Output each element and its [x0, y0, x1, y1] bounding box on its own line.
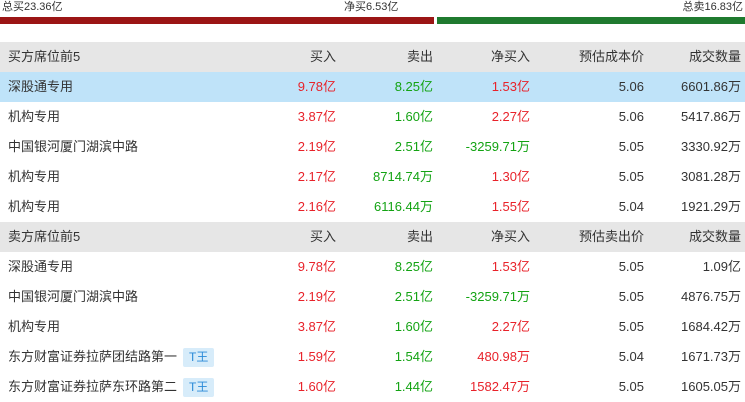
- sell-amount: 2.51亿: [394, 139, 433, 154]
- header-est-cost-price: 预估成本价: [578, 49, 644, 64]
- net-buy-amount: 2.27亿: [491, 109, 530, 124]
- est-price: 5.05: [618, 259, 644, 274]
- table-row[interactable]: 深股通专用 9.78亿 8.25亿 1.53亿 5.05 1.09亿: [0, 252, 745, 282]
- total-sell-bar: [437, 17, 745, 24]
- volume: 3081.28万: [681, 169, 741, 184]
- total-buy-bar: [0, 17, 434, 24]
- est-price: 5.05: [618, 289, 644, 304]
- net-buy-amount: 1.53亿: [491, 259, 530, 274]
- header-seat-name: 卖方席位前5: [8, 229, 81, 244]
- sell-section-header: 卖方席位前5 买入 卖出 净买入 预估卖出价 成交数量: [0, 222, 745, 252]
- sell-amount: 1.54亿: [394, 349, 433, 364]
- volume: 3330.92万: [681, 139, 741, 154]
- est-price: 5.05: [618, 319, 644, 334]
- header-buy: 买入: [309, 49, 336, 64]
- est-price: 5.04: [618, 199, 644, 214]
- net-buy-amount: 480.98万: [477, 349, 530, 364]
- est-price: 5.06: [618, 79, 644, 94]
- table-row[interactable]: 机构专用 3.87亿 1.60亿 2.27亿 5.06 5417.86万: [0, 102, 745, 132]
- sell-amount: 8.25亿: [394, 259, 433, 274]
- seat-name: 东方财富证券拉萨东环路第二: [8, 379, 178, 394]
- seat-name: 机构专用: [8, 169, 61, 184]
- sell-amount: 1.60亿: [394, 109, 433, 124]
- seat-name: 机构专用: [8, 109, 61, 124]
- volume: 1684.42万: [681, 319, 741, 334]
- est-price: 5.04: [618, 349, 644, 364]
- header-volume: 成交数量: [688, 229, 741, 244]
- seat-name-with-tag: 东方财富证券拉萨东环路第二 T王: [8, 372, 215, 402]
- table-row[interactable]: 中国银河厦门湖滨中路 2.19亿 2.51亿 -3259.71万 5.05 33…: [0, 132, 745, 162]
- header-est-sell-price: 预估卖出价: [578, 229, 644, 244]
- net-buy-amount: 1.30亿: [491, 169, 530, 184]
- header-buy: 买入: [309, 229, 336, 244]
- net-buy-amount: -3259.71万: [465, 139, 530, 154]
- seat-table: 买方席位前5 买入 卖出 净买入 预估成本价 成交数量 深股通专用 9.78亿 …: [0, 42, 745, 402]
- est-price: 5.05: [618, 379, 644, 394]
- est-price: 5.06: [618, 109, 644, 124]
- buy-amount: 1.59亿: [297, 349, 336, 364]
- buy-amount: 9.78亿: [297, 79, 336, 94]
- net-buy-amount: 1.55亿: [491, 199, 530, 214]
- seat-name: 中国银河厦门湖滨中路: [8, 139, 139, 154]
- summary-bar: 总买23.36亿 净买6.53亿 总卖16.83亿: [0, 0, 745, 15]
- seat-name: 机构专用: [8, 199, 61, 214]
- est-price: 5.05: [618, 139, 644, 154]
- sell-amount: 8.25亿: [394, 79, 433, 94]
- seat-name: 机构专用: [8, 319, 61, 334]
- table-row[interactable]: 机构专用 2.16亿 6116.44万 1.55亿 5.04 1921.29万: [0, 192, 745, 222]
- net-buy-label: 净买6.53亿: [344, 1, 399, 13]
- volume: 1.09亿: [702, 259, 741, 274]
- buy-amount: 3.87亿: [297, 109, 336, 124]
- buy-amount: 1.60亿: [297, 379, 336, 394]
- sell-amount: 8714.74万: [373, 169, 433, 184]
- buy-amount: 2.16亿: [297, 199, 336, 214]
- table-row[interactable]: 机构专用 2.17亿 8714.74万 1.30亿 5.05 3081.28万: [0, 162, 745, 192]
- net-buy-amount: 1582.47万: [470, 379, 530, 394]
- seat-name: 深股通专用: [8, 79, 74, 94]
- table-row[interactable]: 东方财富证券拉萨东环路第二 T王 1.60亿 1.44亿 1582.47万 5.0…: [0, 372, 745, 402]
- volume: 4876.75万: [681, 289, 741, 304]
- header-sell: 卖出: [406, 229, 433, 244]
- buy-amount: 2.19亿: [297, 139, 336, 154]
- trader-tag[interactable]: T王: [183, 378, 215, 398]
- volume: 1671.73万: [681, 349, 741, 364]
- table-row[interactable]: 中国银河厦门湖滨中路 2.19亿 2.51亿 -3259.71万 5.05 48…: [0, 282, 745, 312]
- net-buy-amount: 2.27亿: [491, 319, 530, 334]
- header-net-buy: 净买入: [490, 229, 530, 244]
- buy-sell-ratio-bar: [0, 15, 745, 25]
- table-row[interactable]: 深股通专用 9.78亿 8.25亿 1.53亿 5.06 6601.86万: [0, 72, 745, 102]
- volume: 1605.05万: [681, 379, 741, 394]
- volume: 6601.86万: [681, 79, 741, 94]
- seat-name-with-tag: 东方财富证券拉萨团结路第一 T王: [8, 342, 215, 372]
- table-row[interactable]: 机构专用 3.87亿 1.60亿 2.27亿 5.05 1684.42万: [0, 312, 745, 342]
- net-buy-amount: -3259.71万: [465, 289, 530, 304]
- total-sell-label: 总卖16.83亿: [682, 1, 743, 13]
- table-row[interactable]: 东方财富证券拉萨团结路第一 T王 1.59亿 1.54亿 480.98万 5.04…: [0, 342, 745, 372]
- seat-name: 中国银河厦门湖滨中路: [8, 289, 139, 304]
- est-price: 5.05: [618, 169, 644, 184]
- header-seat-name: 买方席位前5: [8, 49, 81, 64]
- net-buy-amount: 1.53亿: [491, 79, 530, 94]
- volume: 5417.86万: [681, 109, 741, 124]
- buy-amount: 9.78亿: [297, 259, 336, 274]
- header-volume: 成交数量: [688, 49, 741, 64]
- buy-amount: 2.17亿: [297, 169, 336, 184]
- header-net-buy: 净买入: [490, 49, 530, 64]
- sell-amount: 1.44亿: [394, 379, 433, 394]
- buy-section-header: 买方席位前5 买入 卖出 净买入 预估成本价 成交数量: [0, 42, 745, 72]
- buy-amount: 2.19亿: [297, 289, 336, 304]
- volume: 1921.29万: [681, 199, 741, 214]
- seat-name: 深股通专用: [8, 259, 74, 274]
- sell-amount: 1.60亿: [394, 319, 433, 334]
- buy-amount: 3.87亿: [297, 319, 336, 334]
- header-sell: 卖出: [406, 49, 433, 64]
- sell-amount: 6116.44万: [373, 199, 433, 214]
- trader-tag[interactable]: T王: [183, 348, 215, 368]
- sell-amount: 2.51亿: [394, 289, 433, 304]
- seat-name: 东方财富证券拉萨团结路第一: [8, 349, 178, 364]
- total-buy-label: 总买23.36亿: [2, 1, 63, 13]
